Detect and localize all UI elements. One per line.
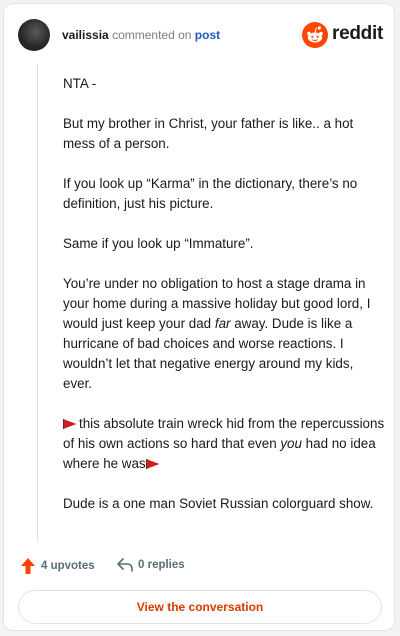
view-conversation-button[interactable]: View the conversation — [18, 590, 382, 624]
username[interactable]: vailissia — [62, 28, 109, 42]
avatar[interactable] — [18, 19, 50, 51]
byline: vailissia commented on post — [62, 28, 220, 42]
comment-body: NTA - But my brother in Christ, your fat… — [63, 74, 385, 534]
post-link[interactable]: post — [195, 28, 220, 42]
comment-header: vailissia commented on post reddit — [18, 18, 383, 54]
paragraph-6-emphasis: you — [280, 436, 302, 451]
upvote-button[interactable]: 4 upvotes — [20, 557, 95, 575]
comment-card: vailissia commented on post reddit NTA -… — [3, 3, 395, 631]
comment-paragraph-2: But my brother in Christ, your father is… — [63, 116, 354, 151]
comment-paragraph-6: this absolute train wreck hid from the r… — [63, 414, 385, 474]
red-flag-icon — [63, 419, 77, 429]
thread-line — [37, 64, 38, 542]
reply-arrow-icon — [117, 558, 133, 572]
upvote-arrow-icon — [21, 558, 35, 574]
comment-paragraph-4: Same if you look up “Immature”. — [63, 236, 254, 251]
comment-footer: 4 upvotes 0 replies — [20, 557, 380, 577]
comment-paragraph-3: If you look up “Karma” in the dictionary… — [63, 176, 358, 211]
reddit-logo[interactable]: reddit — [302, 22, 383, 48]
reddit-logo-icon — [302, 22, 328, 48]
byline-verb: commented on — [112, 28, 192, 42]
comment-paragraph-7: Dude is a one man Soviet Russian colorgu… — [63, 496, 374, 511]
comment-paragraph-1: NTA - — [63, 76, 97, 91]
red-flag-icon — [145, 459, 160, 469]
reply-button[interactable]: 0 replies — [116, 557, 185, 573]
reply-count: 0 replies — [138, 559, 185, 571]
brand-wordmark: reddit — [332, 23, 383, 44]
comment-paragraph-5: You’re under no obligation to host a sta… — [63, 274, 385, 394]
upvote-count: 4 upvotes — [41, 560, 95, 572]
paragraph-5-emphasis: far — [214, 316, 231, 331]
